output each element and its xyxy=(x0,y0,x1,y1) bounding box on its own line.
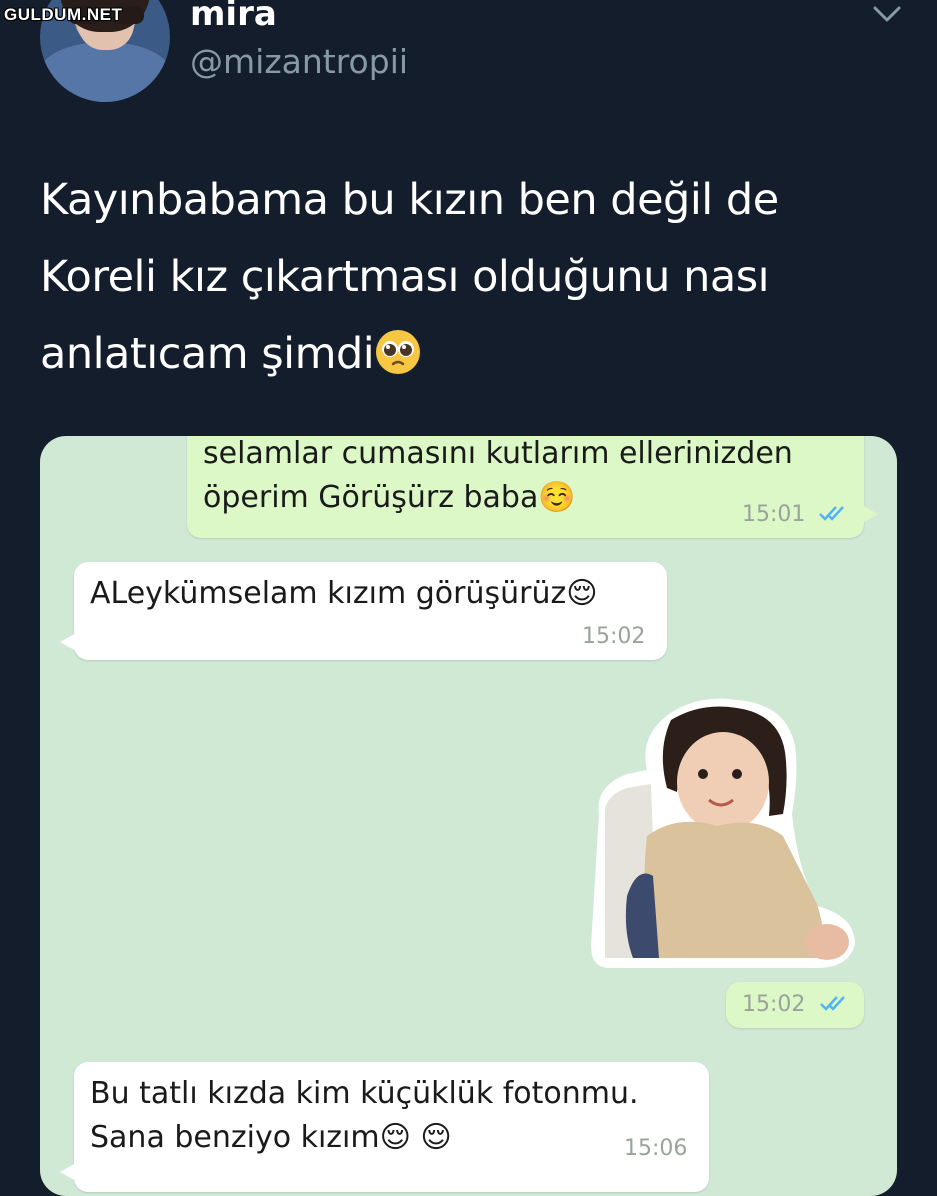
tweet-text: Kayınbabama bu kızın ben değil de Koreli… xyxy=(40,162,910,401)
read-receipt-icon xyxy=(820,996,845,1011)
chevron-down-icon[interactable] xyxy=(872,4,902,24)
tweet-line-2: Koreli kız çıkartması olduğunu nası xyxy=(40,252,770,302)
message-bubble-incoming[interactable]: ALeykümselam kızım görüşürüz😌 15:02 xyxy=(60,562,667,660)
message-text-line: öperim Görüşürz baba☺️ xyxy=(203,480,576,515)
message-text-line: ALeykümselam kızım görüşürüz😌 xyxy=(90,576,598,611)
bubble-tail xyxy=(60,1162,78,1182)
tweet-line-3-text: anlatıcam şimdi xyxy=(40,329,375,379)
sticker-child-photo[interactable] xyxy=(587,696,857,971)
message-text-line: selamlar cumasını kutlarım ellerinizden xyxy=(203,436,793,471)
display-name[interactable]: mira xyxy=(190,0,277,34)
message-bubble-incoming[interactable]: Bu tatlı kızda kim küçüklük fotonmu. San… xyxy=(60,1062,709,1192)
bubble-tail xyxy=(60,632,78,652)
message-text-line: Sana benziyo kızım😌 😌 xyxy=(90,1120,452,1155)
message-time: 15:02 xyxy=(582,624,646,649)
tweet-line-3: anlatıcam şimdi xyxy=(40,316,910,401)
chat-screenshot: selamlar cumasını kutlarım ellerinizden … xyxy=(40,436,897,1196)
bubble-tail xyxy=(860,504,878,524)
message-time: 15:06 xyxy=(624,1136,688,1161)
sticker-time-bubble: 15:02 xyxy=(726,982,864,1028)
message-time: 15:02 xyxy=(742,992,806,1017)
message-time: 15:01 xyxy=(742,502,806,527)
watermark-logo: GULDUM.NET xyxy=(4,5,123,24)
avatar-hood xyxy=(40,42,170,102)
tweet-line-1: Kayınbabama bu kızın ben değil de xyxy=(40,175,779,225)
message-bubble-outgoing[interactable]: selamlar cumasını kutlarım ellerinizden … xyxy=(187,436,878,538)
read-receipt-icon xyxy=(819,506,844,521)
pleading-face-emoji xyxy=(374,324,422,401)
user-handle[interactable]: @mizantropii xyxy=(190,42,408,81)
message-text-line: Bu tatlı kızda kim küçüklük fotonmu. xyxy=(90,1076,639,1111)
